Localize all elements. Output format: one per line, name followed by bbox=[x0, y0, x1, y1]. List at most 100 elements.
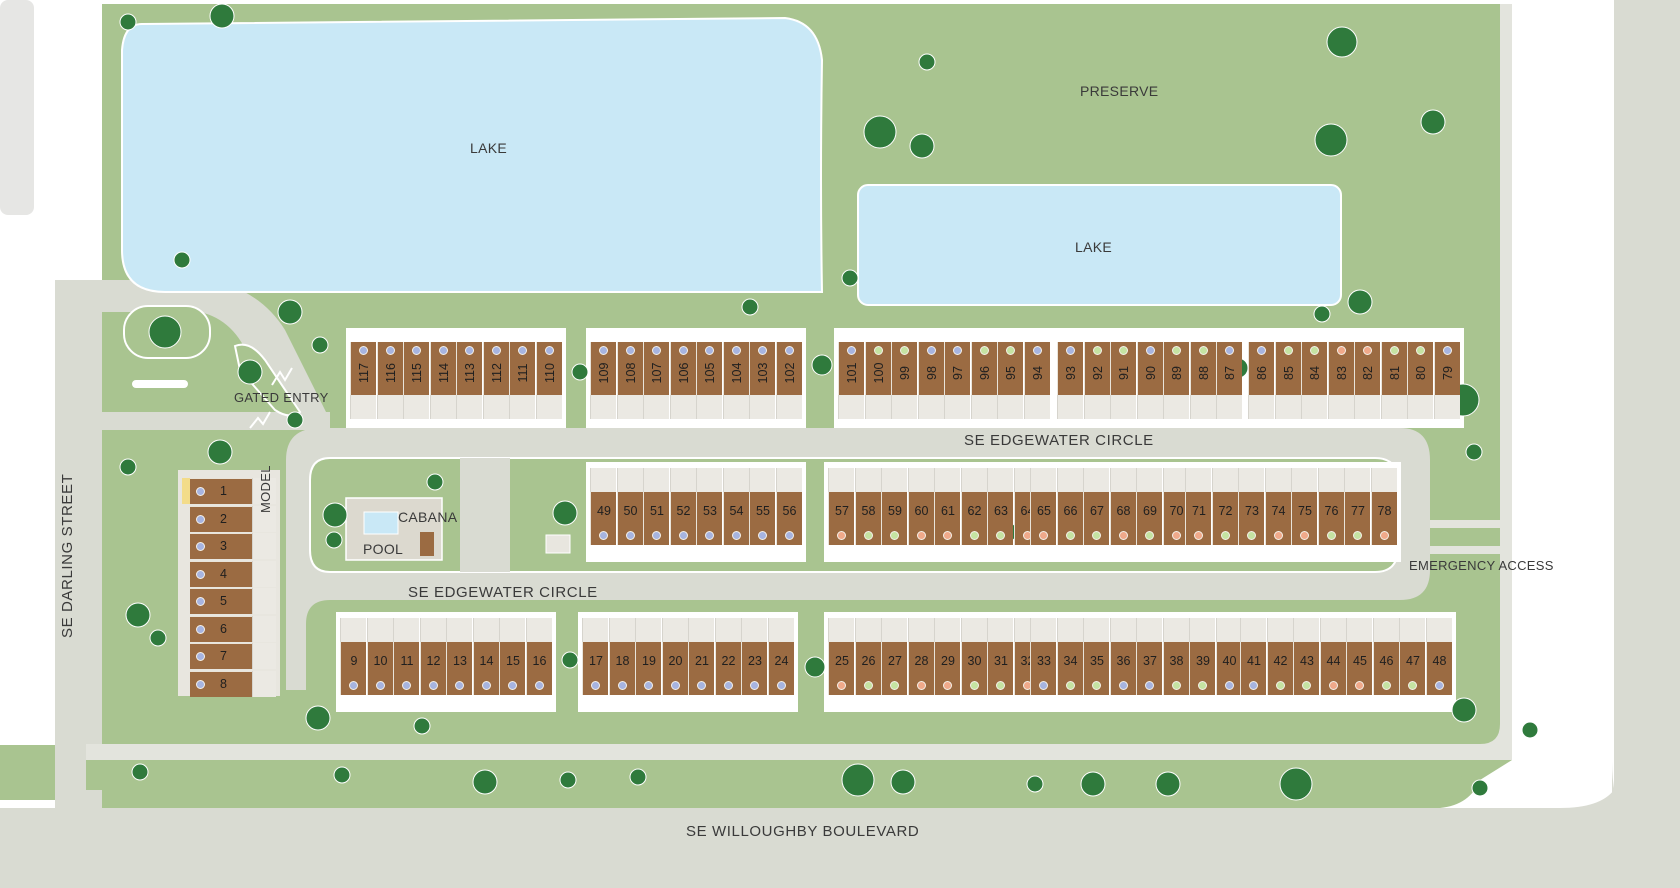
lot-87[interactable]: 87 bbox=[1216, 342, 1242, 395]
lot-96[interactable]: 96 bbox=[970, 342, 997, 395]
lot-73[interactable]: 73 bbox=[1238, 492, 1264, 545]
lot-116[interactable]: 116 bbox=[376, 342, 403, 395]
lot-81[interactable]: 81 bbox=[1380, 342, 1407, 395]
lot-97[interactable]: 97 bbox=[944, 342, 970, 395]
lot-16[interactable]: 16 bbox=[525, 642, 552, 695]
lot-100[interactable]: 100 bbox=[864, 342, 891, 395]
lot-93[interactable]: 93 bbox=[1057, 342, 1083, 395]
lot-8[interactable]: 8 bbox=[190, 670, 252, 697]
lot-83[interactable]: 83 bbox=[1327, 342, 1354, 395]
lot-95[interactable]: 95 bbox=[997, 342, 1023, 395]
lot-101[interactable]: 101 bbox=[838, 342, 864, 395]
lot-86[interactable]: 86 bbox=[1248, 342, 1274, 395]
lot-41[interactable]: 41 bbox=[1240, 642, 1266, 695]
lot-60[interactable]: 60 bbox=[907, 492, 934, 545]
lot-21[interactable]: 21 bbox=[688, 642, 714, 695]
lot-112[interactable]: 112 bbox=[482, 342, 509, 395]
lot-23[interactable]: 23 bbox=[741, 642, 767, 695]
lot-79[interactable]: 79 bbox=[1433, 342, 1460, 395]
lot-25[interactable]: 25 bbox=[828, 642, 854, 695]
lot-115[interactable]: 115 bbox=[403, 342, 429, 395]
lot-34[interactable]: 34 bbox=[1056, 642, 1083, 695]
lot-94[interactable]: 94 bbox=[1023, 342, 1050, 395]
lot-1[interactable]: 1 bbox=[190, 478, 252, 504]
lot-61[interactable]: 61 bbox=[934, 492, 960, 545]
lot-15[interactable]: 15 bbox=[499, 642, 525, 695]
lot-24[interactable]: 24 bbox=[767, 642, 794, 695]
lot-62[interactable]: 62 bbox=[960, 492, 987, 545]
lot-82[interactable]: 82 bbox=[1354, 342, 1380, 395]
lot-105[interactable]: 105 bbox=[696, 342, 722, 395]
lot-7[interactable]: 7 bbox=[190, 643, 252, 669]
lot-37[interactable]: 37 bbox=[1136, 642, 1162, 695]
lot-98[interactable]: 98 bbox=[917, 342, 944, 395]
lot-43[interactable]: 43 bbox=[1293, 642, 1319, 695]
lot-90[interactable]: 90 bbox=[1136, 342, 1163, 395]
lot-71[interactable]: 71 bbox=[1185, 492, 1211, 545]
lot-9[interactable]: 9 bbox=[340, 642, 366, 695]
lot-50[interactable]: 50 bbox=[616, 492, 643, 545]
lot-19[interactable]: 19 bbox=[635, 642, 661, 695]
lot-30[interactable]: 30 bbox=[960, 642, 987, 695]
lot-27[interactable]: 27 bbox=[881, 642, 907, 695]
lot-6[interactable]: 6 bbox=[190, 615, 252, 642]
lot-65[interactable]: 65 bbox=[1030, 492, 1056, 545]
lot-45[interactable]: 45 bbox=[1346, 642, 1372, 695]
lot-49[interactable]: 49 bbox=[590, 492, 616, 545]
lot-114[interactable]: 114 bbox=[429, 342, 456, 395]
lot-20[interactable]: 20 bbox=[661, 642, 688, 695]
lot-36[interactable]: 36 bbox=[1109, 642, 1136, 695]
lot-107[interactable]: 107 bbox=[643, 342, 669, 395]
lot-80[interactable]: 80 bbox=[1407, 342, 1433, 395]
lot-51[interactable]: 51 bbox=[643, 492, 669, 545]
lot-109[interactable]: 109 bbox=[590, 342, 616, 395]
lot-63[interactable]: 63 bbox=[987, 492, 1013, 545]
lot-103[interactable]: 103 bbox=[749, 342, 775, 395]
lot-56[interactable]: 56 bbox=[775, 492, 802, 545]
lot-53[interactable]: 53 bbox=[696, 492, 722, 545]
lot-57[interactable]: 57 bbox=[828, 492, 854, 545]
lot-89[interactable]: 89 bbox=[1163, 342, 1189, 395]
lot-67[interactable]: 67 bbox=[1083, 492, 1109, 545]
lot-91[interactable]: 91 bbox=[1110, 342, 1136, 395]
lot-106[interactable]: 106 bbox=[669, 342, 696, 395]
lot-84[interactable]: 84 bbox=[1301, 342, 1327, 395]
lot-77[interactable]: 77 bbox=[1344, 492, 1370, 545]
lot-113[interactable]: 113 bbox=[456, 342, 482, 395]
lot-55[interactable]: 55 bbox=[749, 492, 775, 545]
lot-10[interactable]: 10 bbox=[366, 642, 393, 695]
lot-108[interactable]: 108 bbox=[616, 342, 643, 395]
lot-38[interactable]: 38 bbox=[1162, 642, 1189, 695]
lot-14[interactable]: 14 bbox=[472, 642, 499, 695]
lot-75[interactable]: 75 bbox=[1291, 492, 1317, 545]
lot-42[interactable]: 42 bbox=[1266, 642, 1293, 695]
lot-59[interactable]: 59 bbox=[881, 492, 907, 545]
lot-3[interactable]: 3 bbox=[190, 533, 252, 559]
lot-68[interactable]: 68 bbox=[1109, 492, 1136, 545]
lot-88[interactable]: 88 bbox=[1189, 342, 1216, 395]
lot-39[interactable]: 39 bbox=[1189, 642, 1215, 695]
lot-92[interactable]: 92 bbox=[1083, 342, 1110, 395]
lot-46[interactable]: 46 bbox=[1372, 642, 1399, 695]
lot-99[interactable]: 99 bbox=[891, 342, 917, 395]
lot-74[interactable]: 74 bbox=[1264, 492, 1291, 545]
lot-35[interactable]: 35 bbox=[1083, 642, 1109, 695]
lot-104[interactable]: 104 bbox=[722, 342, 749, 395]
lot-40[interactable]: 40 bbox=[1215, 642, 1242, 695]
lot-18[interactable]: 18 bbox=[608, 642, 635, 695]
lot-13[interactable]: 13 bbox=[446, 642, 472, 695]
lot-28[interactable]: 28 bbox=[907, 642, 934, 695]
lot-4[interactable]: 4 bbox=[190, 560, 252, 587]
lot-78[interactable]: 78 bbox=[1370, 492, 1397, 545]
lot-85[interactable]: 85 bbox=[1274, 342, 1301, 395]
lot-111[interactable]: 111 bbox=[509, 342, 535, 395]
lot-11[interactable]: 11 bbox=[393, 642, 419, 695]
lot-26[interactable]: 26 bbox=[854, 642, 881, 695]
lot-66[interactable]: 66 bbox=[1056, 492, 1083, 545]
lot-31[interactable]: 31 bbox=[987, 642, 1013, 695]
lot-22[interactable]: 22 bbox=[714, 642, 741, 695]
lot-17[interactable]: 17 bbox=[582, 642, 608, 695]
lot-44[interactable]: 44 bbox=[1319, 642, 1346, 695]
lot-69[interactable]: 69 bbox=[1136, 492, 1162, 545]
lot-12[interactable]: 12 bbox=[419, 642, 446, 695]
